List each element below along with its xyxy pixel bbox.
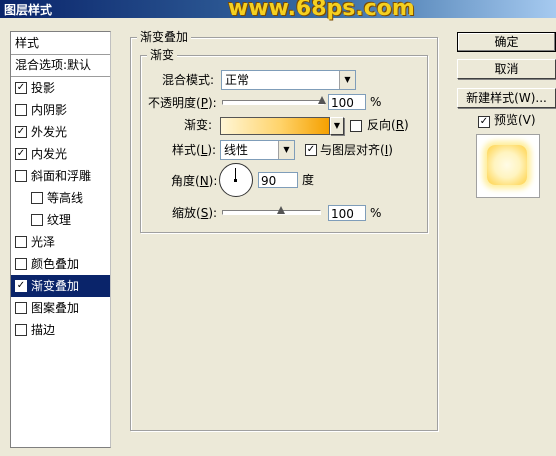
- sidebar-item-checkbox[interactable]: [15, 103, 27, 116]
- sidebar-item-checkbox[interactable]: ✓: [15, 125, 27, 138]
- blend-mode-label: 混合模式:: [162, 73, 215, 87]
- sidebar-item-checkbox[interactable]: ✓: [15, 81, 27, 94]
- window-title: 图层样式: [4, 3, 53, 17]
- gradient-picker-button[interactable]: ▼: [330, 117, 344, 135]
- blend-options-item[interactable]: 混合选项:默认: [11, 55, 110, 77]
- sidebar-item-checkbox[interactable]: ✓: [15, 147, 27, 160]
- sidebar-item-label: 图案叠加: [31, 301, 80, 315]
- sidebar-item[interactable]: 光泽: [11, 231, 110, 253]
- angle-unit: 度: [302, 173, 315, 187]
- gradient-swatch[interactable]: [220, 117, 330, 135]
- title-bar: 图层样式 www.68ps.com: [0, 0, 556, 21]
- align-with-layer-label: 与图层对齐(I): [320, 143, 393, 157]
- reverse-checkbox[interactable]: [350, 120, 362, 132]
- sidebar-item-checkbox[interactable]: ✓: [15, 279, 27, 292]
- preview-label: 预览(V): [494, 113, 536, 127]
- sidebar-item-label: 内发光: [31, 147, 68, 161]
- sidebar-item[interactable]: ✓ 外发光: [11, 121, 110, 143]
- opacity-slider-track[interactable]: [222, 100, 324, 105]
- sidebar-item-label: 投影: [31, 81, 56, 95]
- sidebar-item[interactable]: ✓ 内发光: [11, 143, 110, 165]
- cancel-button[interactable]: 取消: [457, 59, 556, 79]
- new-style-button[interactable]: 新建样式(W)...: [457, 88, 556, 108]
- sidebar-item-checkbox[interactable]: [15, 257, 27, 270]
- sidebar-item[interactable]: 图案叠加: [11, 297, 110, 319]
- gradient-overlay-title: 渐变叠加: [137, 30, 192, 44]
- gradient-group-title: 渐变: [147, 48, 178, 62]
- opacity-label: 不透明度(P):: [148, 96, 217, 110]
- gradient-label: 渐变:: [184, 118, 213, 132]
- sidebar-item[interactable]: 内阴影: [11, 99, 110, 121]
- sidebar-item-label: 描边: [31, 323, 56, 337]
- sidebar-item-checkbox[interactable]: [31, 213, 43, 226]
- sidebar-item[interactable]: ✓ 投影: [11, 77, 110, 99]
- scale-input[interactable]: 100: [328, 205, 366, 221]
- reverse-label: 反向(R): [367, 118, 409, 132]
- sidebar-item-checkbox[interactable]: [31, 191, 43, 204]
- angle-center-dot: [234, 179, 237, 182]
- opacity-input[interactable]: 100: [328, 94, 366, 110]
- scale-slider-thumb[interactable]: [276, 206, 285, 214]
- style-list: 样式 混合选项:默认 ✓ 投影内阴影 ✓ 外发光 ✓ 内发光斜面和浮雕等高线纹理光泽颜色叠…: [10, 31, 111, 448]
- sidebar-item[interactable]: 颜色叠加: [11, 253, 110, 275]
- sidebar-item-label: 颜色叠加: [31, 257, 80, 271]
- sidebar-item-label: 光泽: [31, 235, 56, 249]
- sidebar-item-checkbox[interactable]: [15, 169, 27, 182]
- sidebar-item-label: 等高线: [47, 191, 84, 205]
- scale-unit: %: [370, 206, 382, 220]
- chevron-down-icon[interactable]: ▼: [278, 141, 294, 159]
- blend-mode-select[interactable]: 正常 ▼: [221, 70, 356, 90]
- style-label: 样式(L):: [172, 143, 217, 157]
- preview-checkbox[interactable]: ✓: [478, 116, 490, 128]
- sidebar-item-label: 内阴影: [31, 103, 68, 117]
- sidebar-item[interactable]: 描边: [11, 319, 110, 341]
- sidebar-item-label: 渐变叠加: [31, 279, 80, 293]
- preview-glow-swatch: [487, 145, 527, 185]
- style-list-header[interactable]: 样式: [11, 32, 110, 55]
- sidebar-item[interactable]: 斜面和浮雕: [11, 165, 110, 187]
- sidebar-item-label: 外发光: [31, 125, 68, 139]
- sidebar-item-label: 纹理: [47, 213, 72, 227]
- angle-input[interactable]: 90: [258, 172, 298, 188]
- style-value: 线性: [224, 143, 249, 157]
- sidebar-item[interactable]: 等高线: [11, 187, 110, 209]
- sidebar-item-checkbox[interactable]: [15, 323, 27, 336]
- scale-slider-track[interactable]: [222, 210, 321, 215]
- sidebar-item-checkbox[interactable]: [15, 235, 27, 248]
- style-preview: [476, 134, 540, 198]
- sidebar-item-checkbox[interactable]: [15, 301, 27, 314]
- angle-label: 角度(N):: [171, 174, 218, 188]
- opacity-unit: %: [370, 95, 382, 109]
- sidebar-item[interactable]: ✓ 渐变叠加: [11, 275, 110, 297]
- watermark: www.68ps.com: [228, 0, 415, 21]
- style-select[interactable]: 线性 ▼: [220, 140, 295, 160]
- opacity-slider-thumb[interactable]: [318, 96, 326, 104]
- ok-button[interactable]: 确定: [457, 32, 556, 52]
- sidebar-item[interactable]: 纹理: [11, 209, 110, 231]
- blend-mode-value: 正常: [225, 73, 250, 87]
- align-with-layer-checkbox[interactable]: ✓: [305, 144, 317, 156]
- sidebar-item-label: 斜面和浮雕: [31, 169, 92, 183]
- scale-label: 缩放(S):: [172, 206, 218, 220]
- chevron-down-icon[interactable]: ▼: [339, 71, 355, 89]
- angle-dial[interactable]: [219, 163, 253, 197]
